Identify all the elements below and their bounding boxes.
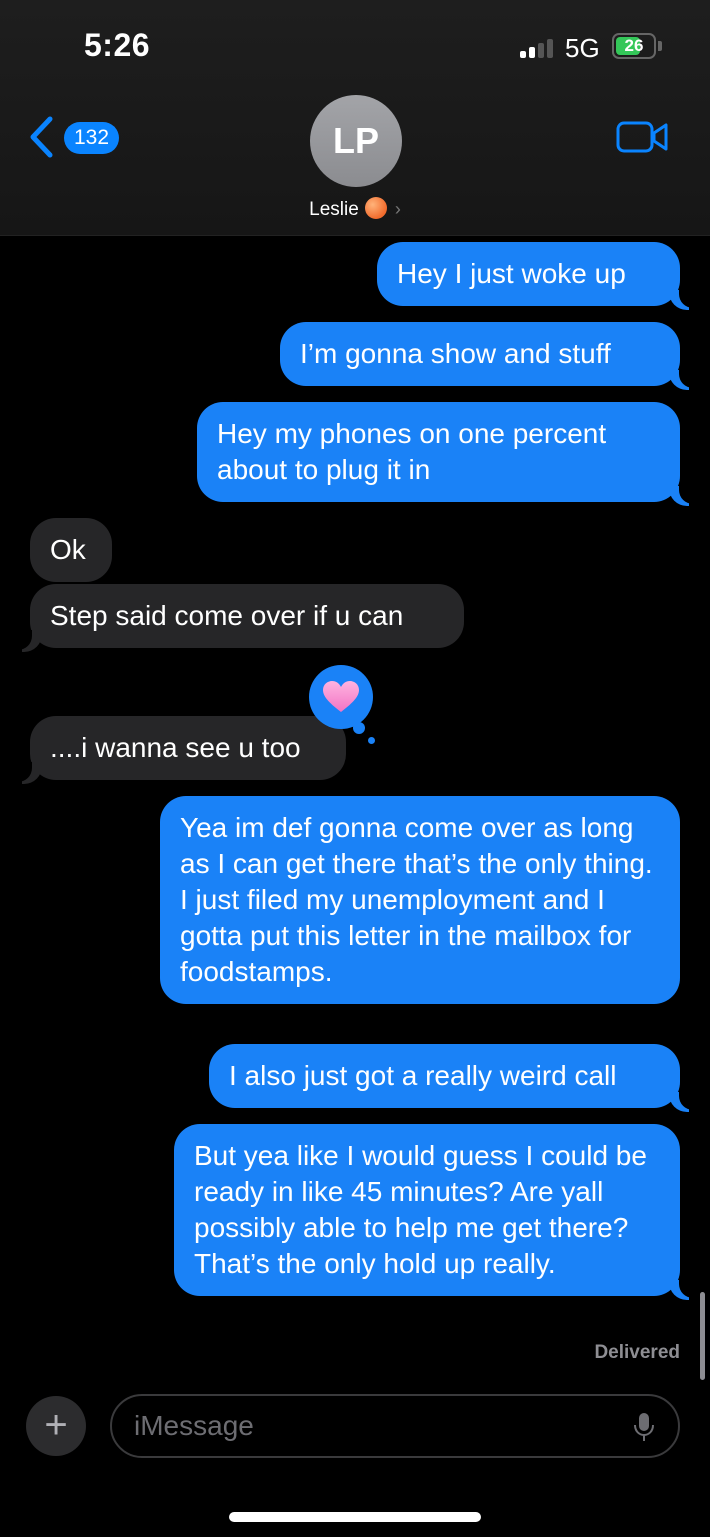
delivered-status: Delivered: [594, 1342, 680, 1363]
conversation-header: 5:26 5G 26 132 LP Leslie ›: [0, 0, 710, 236]
message-bubble-sent[interactable]: I’m gonna show and stuff: [280, 322, 695, 390]
cellular-signal-icon: [520, 38, 554, 58]
message-text: Step said come over if u can: [50, 600, 404, 631]
message-bubble-received[interactable]: Step said come over if u can: [16, 584, 464, 652]
network-type: 5G: [565, 33, 600, 63]
contact-name-row[interactable]: Leslie ›: [0, 197, 710, 221]
home-indicator[interactable]: [229, 1512, 481, 1522]
microphone-icon[interactable]: [634, 1412, 654, 1442]
bubble-tail: [669, 484, 695, 506]
message-bubble-sent[interactable]: Hey my phones on one percent about to pl…: [197, 402, 695, 506]
heart-icon: [323, 681, 359, 712]
message-text: But yea like I would guess I could be re…: [194, 1140, 647, 1279]
tapback-tail-dot: [368, 737, 375, 744]
bubble-tail: [669, 1278, 695, 1300]
message-bubble-received[interactable]: Ok: [30, 518, 112, 582]
message-text: I’m gonna show and stuff: [300, 338, 611, 369]
battery-nub: [658, 41, 662, 51]
scrollbar[interactable]: [700, 1292, 705, 1380]
battery-percent: 26: [624, 36, 644, 55]
bubble-tail: [669, 1090, 695, 1112]
contact-name: Leslie: [309, 199, 359, 220]
chevron-right-icon: ›: [394, 199, 401, 219]
peach-icon: [364, 197, 387, 219]
unread-count-badge[interactable]: 132: [64, 122, 120, 154]
message-bubble-sent[interactable]: Hey I just woke up: [377, 242, 695, 310]
tapback-tail-dot: [353, 722, 365, 734]
message-bubble-sent[interactable]: Yea im def gonna come over as long as I …: [160, 796, 680, 1004]
message-text: ....i wanna see u too: [50, 732, 301, 763]
back-chevron-icon[interactable]: [28, 116, 56, 158]
add-attachment-button[interactable]: +: [26, 1396, 86, 1456]
message-input[interactable]: iMessage: [110, 1394, 680, 1458]
message-text: Yea im def gonna come over as long as I …: [180, 812, 653, 987]
message-bubble-sent[interactable]: I also just got a really weird call: [209, 1044, 695, 1112]
bubble-tail: [669, 368, 695, 390]
bubble-tail: [16, 762, 42, 784]
status-time: 5:26: [84, 27, 151, 63]
message-text: Ok: [50, 534, 86, 565]
message-text: Hey I just woke up: [397, 258, 626, 289]
bubble-tail: [669, 288, 695, 310]
video-call-icon[interactable]: [616, 120, 668, 154]
message-bubble-received[interactable]: ....i wanna see u too: [16, 716, 346, 784]
battery-icon: 26: [612, 33, 656, 59]
bubble-tail: [16, 630, 42, 652]
message-bubble-sent[interactable]: But yea like I would guess I could be re…: [174, 1124, 695, 1300]
message-input-placeholder: iMessage: [134, 1410, 254, 1441]
contact-avatar[interactable]: LP: [310, 95, 402, 187]
message-text: I also just got a really weird call: [229, 1060, 617, 1091]
message-text: Hey my phones on one percent about to pl…: [217, 418, 607, 485]
